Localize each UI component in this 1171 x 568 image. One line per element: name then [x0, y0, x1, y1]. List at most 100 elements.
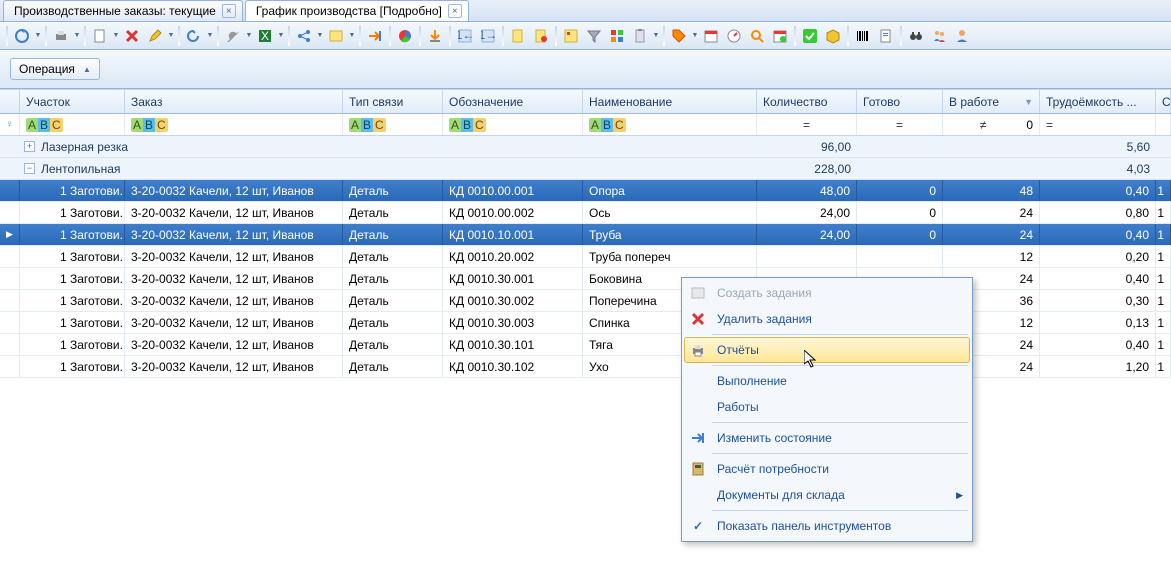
doc2-icon[interactable]	[530, 25, 552, 47]
cell-tip: Деталь	[343, 334, 443, 355]
col-naim[interactable]: Наименование	[583, 90, 757, 113]
goto-icon[interactable]	[364, 25, 386, 47]
tab-production-schedule[interactable]: График производства [Подробно] ×	[245, 0, 469, 21]
col-vrab[interactable]: В работе▼	[943, 90, 1040, 113]
table-row[interactable]: 1 Заготови...3-20-0032 Качели, 12 шт, Ив…	[0, 312, 1171, 334]
barcode-icon[interactable]	[852, 25, 874, 47]
refresh-icon[interactable]	[11, 25, 33, 47]
filter-zakaz[interactable]: ABC	[125, 114, 343, 135]
table-row[interactable]: 1 Заготови...3-20-0032 Качели, 12 шт, Ив…	[0, 334, 1171, 356]
table-row[interactable]: ▶1 Заготови...3-20-0032 Качели, 12 шт, И…	[0, 224, 1171, 246]
share-icon[interactable]	[293, 25, 315, 47]
close-icon[interactable]: ×	[222, 4, 236, 18]
col-kol[interactable]: Количество	[757, 90, 857, 113]
new-icon[interactable]	[89, 25, 111, 47]
dropdown-icon[interactable]: ▼	[652, 32, 660, 39]
excel-icon[interactable]: X	[254, 25, 276, 47]
chart-icon[interactable]	[394, 25, 416, 47]
group-row[interactable]: + Лазерная резка 96,00 5,60	[0, 136, 1171, 158]
clipboard-icon[interactable]	[629, 25, 651, 47]
ctx-works[interactable]: Работы	[684, 394, 970, 420]
dropdown-icon[interactable]: ▼	[167, 32, 175, 39]
ctx-warehouse-docs[interactable]: Документы для склада▶	[684, 482, 970, 508]
col-last[interactable]: С	[1156, 90, 1171, 113]
search-icon[interactable]	[746, 25, 768, 47]
wrench-icon[interactable]	[222, 25, 244, 47]
filter-last[interactable]	[1156, 114, 1171, 135]
table-row[interactable]: 1 Заготови...3-20-0032 Качели, 12 шт, Ив…	[0, 246, 1171, 268]
filter-kol[interactable]: =	[757, 114, 857, 135]
delete-icon[interactable]	[121, 25, 143, 47]
filter-got[interactable]: =	[857, 114, 943, 135]
table-row[interactable]: 1 Заготови...3-20-0032 Качели, 12 шт, Ив…	[0, 180, 1171, 202]
filter-icon[interactable]	[583, 25, 605, 47]
filter-naim[interactable]: ABC	[583, 114, 757, 135]
table-row[interactable]: 1 Заготови...3-20-0032 Качели, 12 шт, Ив…	[0, 268, 1171, 290]
group-got	[857, 140, 943, 154]
blocks-icon[interactable]	[606, 25, 628, 47]
step-fwd-icon[interactable]: 1→	[477, 25, 499, 47]
chevron-up-icon: ▲	[83, 65, 91, 74]
group-vrab	[943, 140, 1040, 154]
doc3-icon[interactable]	[875, 25, 897, 47]
col-oboz[interactable]: Обозначение	[443, 90, 583, 113]
ctx-change-state[interactable]: Изменить состояние	[684, 425, 970, 451]
box-icon[interactable]	[822, 25, 844, 47]
filter-vrab[interactable]: ≠0	[943, 114, 1040, 135]
ctx-execution[interactable]: Выполнение	[684, 368, 970, 394]
filter-trud[interactable]: =	[1040, 114, 1156, 135]
download-icon[interactable]	[424, 25, 446, 47]
print-icon[interactable]	[50, 25, 72, 47]
operation-button[interactable]: Операция ▲	[10, 58, 100, 80]
ctx-delete-tasks[interactable]: Удалить задания	[684, 306, 970, 332]
user-icon[interactable]	[951, 25, 973, 47]
col-uchastok[interactable]: Участок	[20, 90, 125, 113]
collapse-icon[interactable]: −	[24, 163, 35, 174]
ctx-reports[interactable]: Отчёты	[684, 337, 970, 363]
filter-icon[interactable]: ♀	[0, 114, 20, 135]
edit-icon[interactable]	[144, 25, 166, 47]
check-icon[interactable]	[799, 25, 821, 47]
schedule-icon[interactable]	[769, 25, 791, 47]
binoculars-icon[interactable]	[905, 25, 927, 47]
dropdown-icon[interactable]: ▼	[348, 32, 356, 39]
users-icon[interactable]	[928, 25, 950, 47]
dropdown-icon[interactable]: ▼	[112, 32, 120, 39]
filter-tip[interactable]: ABC	[343, 114, 443, 135]
tag-icon[interactable]	[668, 25, 690, 47]
dropdown-icon[interactable]: ▼	[277, 32, 285, 39]
table-row[interactable]: 1 Заготови...3-20-0032 Качели, 12 шт, Ив…	[0, 356, 1171, 378]
dropdown-icon[interactable]: ▼	[73, 32, 81, 39]
ctx-show-toolbar[interactable]: ✓ Показать панель инструментов	[684, 513, 970, 539]
table-row[interactable]: 1 Заготови...3-20-0032 Качели, 12 шт, Ив…	[0, 202, 1171, 224]
cell-naim: Труба попереч	[583, 246, 757, 267]
col-got[interactable]: Готово	[857, 90, 943, 113]
doc-icon[interactable]	[507, 25, 529, 47]
step-back-icon[interactable]: 1←	[454, 25, 476, 47]
dropdown-icon[interactable]: ▼	[316, 32, 324, 39]
col-zakaz[interactable]: Заказ	[125, 90, 343, 113]
group-row[interactable]: − Лентопильная 228,00 4,03	[0, 158, 1171, 180]
gauge-icon[interactable]	[723, 25, 745, 47]
task-icon[interactable]	[560, 25, 582, 47]
tab-production-orders[interactable]: Производственные заказы: текущие ×	[3, 0, 243, 21]
filter-oboz[interactable]: ABC	[443, 114, 583, 135]
cell-tip: Деталь	[343, 356, 443, 377]
expand-icon[interactable]: +	[24, 141, 35, 152]
col-tip[interactable]: Тип связи	[343, 90, 443, 113]
dropdown-icon[interactable]: ▼	[691, 32, 699, 39]
filter-uchastok[interactable]: ABC	[20, 114, 125, 135]
tab-bar: Производственные заказы: текущие × Графи…	[0, 0, 1171, 22]
cell-oboz: КД 0010.30.001	[443, 268, 583, 289]
note-icon[interactable]	[325, 25, 347, 47]
cell-trud: 0,13	[1040, 312, 1156, 333]
ctx-calc-demand[interactable]: Расчёт потребности	[684, 456, 970, 482]
table-row[interactable]: 1 Заготови...3-20-0032 Качели, 12 шт, Ив…	[0, 290, 1171, 312]
undo-icon[interactable]	[183, 25, 205, 47]
calendar-icon[interactable]	[700, 25, 722, 47]
dropdown-icon[interactable]: ▼	[34, 32, 42, 39]
dropdown-icon[interactable]: ▼	[245, 32, 253, 39]
dropdown-icon[interactable]: ▼	[206, 32, 214, 39]
col-trud[interactable]: Трудоёмкость ...	[1040, 90, 1156, 113]
close-icon[interactable]: ×	[448, 4, 462, 18]
